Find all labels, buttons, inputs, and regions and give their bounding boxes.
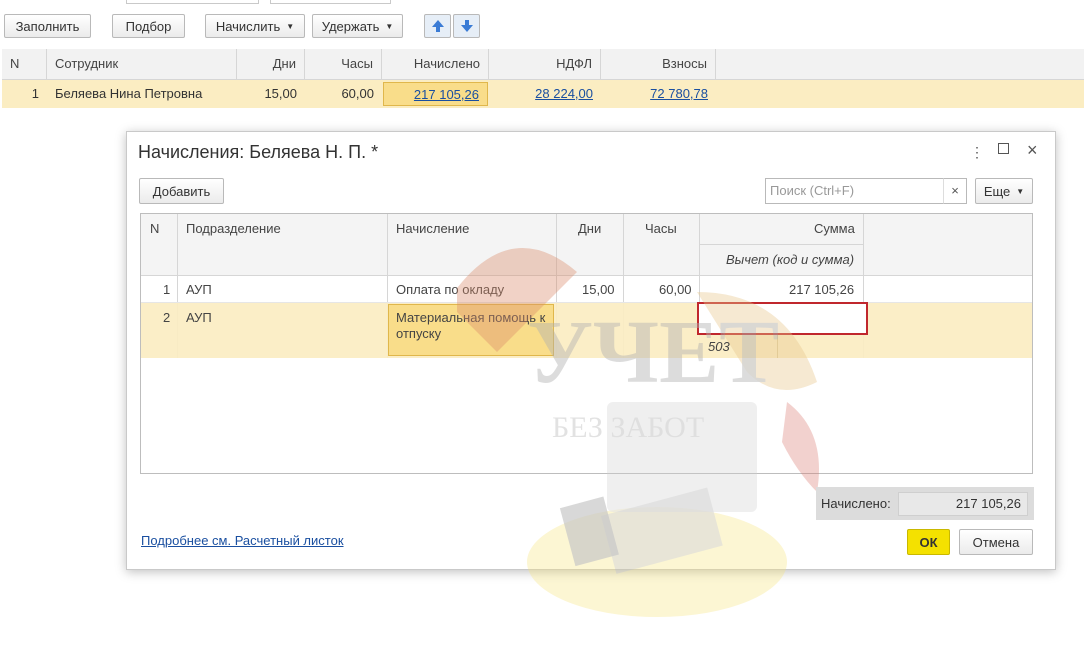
row2-accrual: Материальная помощь к отпуску <box>396 310 546 341</box>
arrow-up-icon <box>431 20 444 32</box>
more-button-label: Еще <box>983 183 1011 199</box>
row-accrued-cell[interactable]: 217 105,26 <box>383 82 488 106</box>
total-panel: Начислено: 217 105,26 <box>816 487 1034 520</box>
withhold-button-label: Удержать <box>321 18 380 34</box>
accrue-button[interactable]: Начислить ▼ <box>205 14 305 38</box>
select-button[interactable]: Подбор <box>112 14 185 38</box>
maximize-icon[interactable] <box>998 143 1009 154</box>
dialog-title: Начисления: Беляева Н. П. * <box>138 142 379 162</box>
contributions-link[interactable]: 72 780,78 <box>650 86 708 101</box>
ok-button[interactable]: ОК <box>907 529 950 555</box>
search-placeholder: Поиск (Ctrl+F) <box>770 183 855 198</box>
move-down-button[interactable] <box>453 14 480 38</box>
cancel-button[interactable]: Отмена <box>959 529 1033 555</box>
withhold-button[interactable]: Удержать ▼ <box>312 14 403 38</box>
fill-button-label: Заполнить <box>15 18 80 34</box>
row2-department: АУП <box>186 310 212 325</box>
accrue-button-label: Начислить <box>215 18 281 34</box>
col-hours[interactable]: Часы <box>305 49 382 79</box>
payslip-link[interactable]: Подробнее см. Расчетный листок <box>141 533 344 548</box>
move-up-button[interactable] <box>424 14 451 38</box>
row2-deduction-code: 503 <box>708 339 730 354</box>
fill-button[interactable]: Заполнить <box>4 14 91 38</box>
more-actions-icon[interactable]: ⋮ <box>970 144 984 161</box>
total-value: 217 105,26 <box>898 492 1028 516</box>
table-row-selected[interactable] <box>141 303 1032 358</box>
search-clear-icon[interactable]: × <box>943 178 967 204</box>
col-sum[interactable]: Сумма <box>814 221 855 236</box>
row-ndfl-cell: 28 224,00 <box>489 80 601 108</box>
col-accrued[interactable]: Начислено <box>382 49 489 79</box>
add-button[interactable]: Добавить <box>139 178 224 204</box>
add-button-label: Добавить <box>152 183 211 199</box>
dropdown-caret-icon: ▼ <box>286 21 295 31</box>
row-days: 15,00 <box>264 86 297 101</box>
cancel-button-label: Отмена <box>972 534 1020 550</box>
dropdown-caret-icon: ▼ <box>385 21 394 31</box>
close-icon[interactable]: × <box>1027 140 1038 161</box>
employees-table: N Сотрудник Дни Часы Начислено НДФЛ Взно… <box>2 49 1084 111</box>
col-days[interactable]: Дни <box>237 49 305 79</box>
sum-input-error[interactable] <box>697 302 868 335</box>
row1-hours: 60,00 <box>659 282 692 297</box>
row1-department: АУП <box>186 282 212 297</box>
col-ndfl[interactable]: НДФЛ <box>489 49 601 79</box>
col-deduction[interactable]: Вычет (код и сумма) <box>726 252 854 267</box>
col-n[interactable]: N <box>150 221 159 236</box>
top-field-1 <box>126 0 259 4</box>
top-field-2 <box>270 0 391 4</box>
ok-button-label: ОК <box>919 534 938 550</box>
accruals-dialog: Начисления: Беляева Н. П. * ⋮ × Добавить… <box>126 131 1056 617</box>
col-accrual[interactable]: Начисление <box>396 221 469 236</box>
select-button-label: Подбор <box>125 18 172 34</box>
col-contributions[interactable]: Взносы <box>601 49 716 79</box>
col-hours[interactable]: Часы <box>645 221 677 236</box>
col-n[interactable]: N <box>2 49 47 79</box>
row-contributions-cell: 72 780,78 <box>601 80 716 108</box>
col-days[interactable]: Дни <box>578 221 601 236</box>
row1-sum: 217 105,26 <box>789 282 855 297</box>
row-employee: Беляева Нина Петровна <box>55 86 203 101</box>
accruals-grid: N Подразделение Начисление Дни Часы Сумм… <box>140 213 1033 474</box>
table-row[interactable]: 1 Беляева Нина Петровна 15,00 60,00 217 … <box>2 80 1084 108</box>
row-hours: 60,00 <box>341 86 374 101</box>
total-label: Начислено: <box>821 496 891 511</box>
col-department[interactable]: Подразделение <box>186 221 281 236</box>
accrued-link[interactable]: 217 105,26 <box>414 87 479 102</box>
search-input[interactable]: Поиск (Ctrl+F) <box>765 178 967 204</box>
dropdown-caret-icon: ▼ <box>1016 186 1025 196</box>
employees-table-header: N Сотрудник Дни Часы Начислено НДФЛ Взно… <box>2 49 1084 80</box>
col-employee[interactable]: Сотрудник <box>47 49 237 79</box>
row2-n: 2 <box>163 310 171 325</box>
more-button[interactable]: Еще ▼ <box>975 178 1033 204</box>
row1-accrual: Оплата по окладу <box>396 282 505 297</box>
row1-days: 15,00 <box>582 282 615 297</box>
arrow-down-icon <box>460 20 473 32</box>
ndfl-link[interactable]: 28 224,00 <box>535 86 593 101</box>
row1-n: 1 <box>163 282 171 297</box>
row-n: 1 <box>31 86 39 101</box>
